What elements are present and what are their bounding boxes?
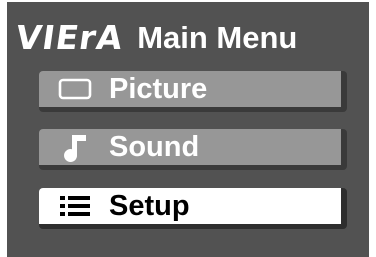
menu-header: VIErA Main Menu: [13, 14, 298, 60]
viera-logo: VIErA: [13, 17, 126, 57]
menu-item-label: Sound: [109, 130, 200, 163]
menu-item-label: Setup: [109, 189, 190, 222]
menu-item-sound[interactable]: Sound: [39, 129, 347, 170]
picture-rectangle-icon: [53, 71, 97, 107]
music-note-icon: [53, 129, 97, 165]
menu-item-setup[interactable]: Setup: [39, 188, 347, 229]
list-icon: [53, 188, 97, 224]
menu-item-picture[interactable]: Picture: [39, 71, 347, 112]
screen: VIErA Main Menu Picture Sound Setup: [0, 0, 376, 257]
main-menu-panel: VIErA Main Menu Picture Sound Setup: [7, 2, 369, 257]
menu-title: Main Menu: [137, 19, 298, 55]
menu-item-label: Picture: [109, 72, 208, 105]
